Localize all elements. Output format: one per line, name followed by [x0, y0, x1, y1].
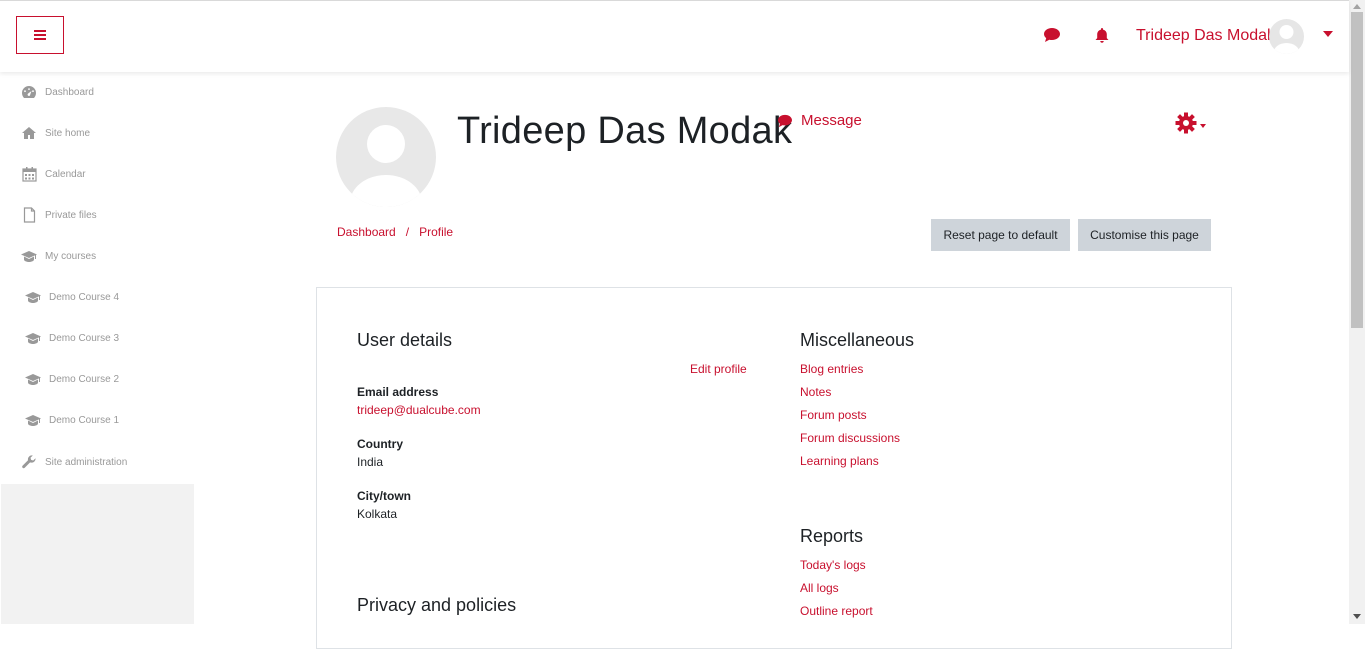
top-navbar: Trideep Das Modak: [0, 0, 1349, 72]
menu-toggle-button[interactable]: [16, 16, 64, 54]
home-icon: [20, 125, 38, 141]
profile-avatar: [336, 107, 436, 207]
dashboard-icon: [20, 84, 38, 100]
sidebar-item-private-files[interactable]: Private files: [0, 203, 194, 227]
city-value: Kolkata: [357, 507, 398, 521]
scrollbar-thumb[interactable]: [1351, 12, 1363, 328]
user-menu-name[interactable]: Trideep Das Modak: [1136, 27, 1275, 45]
sidebar-item-demo-course-3[interactable]: Demo Course 3: [0, 326, 194, 350]
message-link[interactable]: Message: [777, 112, 862, 129]
graduation-cap-icon: [24, 412, 42, 428]
notification-bell-icon[interactable]: [1094, 27, 1110, 49]
customise-page-button[interactable]: Customise this page: [1078, 219, 1211, 251]
nav-drawer: Dashboard Site home Calendar Private fil…: [0, 72, 194, 624]
file-icon: [20, 207, 38, 223]
forum-posts-link[interactable]: Forum posts: [800, 408, 867, 422]
reset-page-button[interactable]: Reset page to default: [931, 219, 1070, 251]
miscellaneous-title: Miscellaneous: [800, 330, 915, 350]
sidebar-item-label: Private files: [45, 209, 97, 221]
sidebar-item-dashboard[interactable]: Dashboard: [0, 80, 194, 104]
sidebar-item-site-home[interactable]: Site home: [0, 121, 194, 145]
todays-logs-link[interactable]: Today's logs: [800, 558, 866, 572]
chevron-down-icon: [1200, 123, 1206, 128]
privacy-title: Privacy and policies: [357, 595, 517, 615]
message-icon: [777, 114, 793, 128]
forum-discussions-link[interactable]: Forum discussions: [800, 431, 900, 445]
graduation-cap-icon: [24, 289, 42, 305]
sidebar-item-label: Demo Course 3: [49, 332, 120, 344]
outline-report-link[interactable]: Outline report: [800, 604, 873, 618]
page-title: Trideep Das Modak: [457, 110, 793, 152]
breadcrumb-profile[interactable]: Profile: [419, 225, 453, 239]
user-details-title: User details: [357, 330, 453, 350]
email-label: Email address: [357, 385, 439, 399]
scroll-down-arrow-icon[interactable]: [1353, 614, 1361, 619]
sidebar-item-demo-course-1[interactable]: Demo Course 1: [0, 408, 194, 432]
blog-entries-link[interactable]: Blog entries: [800, 362, 863, 376]
sidebar-item-label: Site home: [45, 127, 91, 139]
sidebar-item-label: Dashboard: [45, 86, 94, 98]
graduation-cap-icon: [24, 371, 42, 387]
country-value: India: [357, 455, 384, 469]
sidebar-item-label: Demo Course 2: [49, 373, 120, 385]
sidebar-item-site-administration[interactable]: Site administration: [0, 450, 194, 474]
sidebar-item-label: Site administration: [45, 456, 128, 468]
sidebar-item-label: My courses: [45, 250, 97, 262]
user-avatar[interactable]: [1269, 19, 1304, 54]
sidebar-item-label: Demo Course 1: [49, 414, 120, 426]
learning-plans-link[interactable]: Learning plans: [800, 454, 879, 468]
profile-card: User details Edit profile Email address …: [316, 287, 1232, 649]
message-icon[interactable]: [1043, 27, 1061, 48]
page-settings-menu[interactable]: [1175, 112, 1206, 139]
page-scrollbar[interactable]: [1349, 0, 1365, 624]
reports-title: Reports: [800, 526, 864, 546]
menu-icon: [34, 28, 46, 42]
sidebar-item-my-courses[interactable]: My courses: [0, 244, 194, 268]
city-label: City/town: [357, 489, 411, 503]
sidebar-item-label: Demo Course 4: [49, 291, 120, 303]
graduation-cap-icon: [20, 248, 38, 264]
breadcrumb-separator: /: [405, 225, 410, 239]
drawer-filler: [1, 484, 194, 624]
scroll-up-arrow-icon[interactable]: [1353, 4, 1361, 9]
sidebar-item-demo-course-4[interactable]: Demo Course 4: [0, 285, 194, 309]
graduation-cap-icon: [24, 330, 42, 346]
wrench-icon: [20, 454, 38, 470]
message-label: Message: [801, 112, 862, 129]
all-logs-link[interactable]: All logs: [800, 581, 839, 595]
calendar-icon: [20, 166, 38, 182]
sidebar-item-calendar[interactable]: Calendar: [0, 162, 194, 186]
breadcrumb: Dashboard / Profile: [337, 225, 453, 239]
email-link[interactable]: trideep@dualcube.com: [357, 403, 481, 417]
gear-icon: [1175, 112, 1197, 139]
sidebar-item-demo-course-2[interactable]: Demo Course 2: [0, 367, 194, 391]
chevron-down-icon[interactable]: [1323, 31, 1333, 37]
breadcrumb-dashboard[interactable]: Dashboard: [337, 225, 396, 239]
country-label: Country: [357, 437, 403, 451]
edit-profile-link[interactable]: Edit profile: [690, 362, 747, 376]
sidebar-item-label: Calendar: [45, 168, 86, 180]
notes-link[interactable]: Notes: [800, 385, 831, 399]
